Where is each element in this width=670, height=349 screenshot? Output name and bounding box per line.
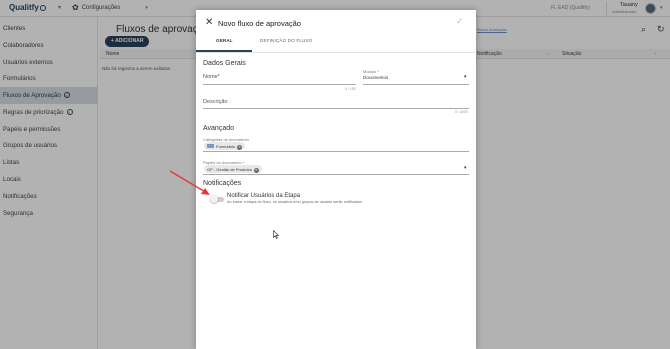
tab-definicao-do-fluxo[interactable]: DEFINIÇÃO DO FLUXO <box>260 38 312 43</box>
role-chip[interactable]: GP - Gestão de Produtos ✕ <box>204 165 262 173</box>
chip-label: GP - Gestão de Produtos <box>207 166 252 172</box>
module-field-label: Módulo * <box>363 69 379 74</box>
module-select-value[interactable]: Documentos <box>363 75 388 80</box>
save-check-icon[interactable]: ✓ <box>456 16 464 27</box>
new-approval-flow-dialog: ✕ Novo fluxo de aprovação ✓ GERAL DEFINI… <box>196 10 476 349</box>
name-field[interactable] <box>203 84 356 85</box>
description-field-label: Descrição <box>203 99 228 105</box>
category-chip[interactable]: Formulário ✕ <box>204 142 246 150</box>
mouse-cursor-icon <box>273 230 279 239</box>
notify-toggle-description: Ao iniciar a etapa do fluxo, os usuários… <box>227 200 363 204</box>
tab-geral[interactable]: GERAL <box>216 38 233 43</box>
notify-toggle-label: Notificar Usuários da Etapa <box>227 193 301 199</box>
roles-select[interactable] <box>203 174 469 175</box>
section-title-notificacoes: Notificações <box>203 180 242 187</box>
module-select[interactable] <box>363 84 469 85</box>
description-field[interactable] <box>203 108 469 109</box>
chevron-down-icon[interactable]: ▾ <box>464 165 467 171</box>
close-icon[interactable]: ✕ <box>205 17 213 28</box>
notify-toggle-knob[interactable] <box>210 195 218 203</box>
dialog-title: Novo fluxo de aprovação <box>218 19 301 28</box>
remove-chip-icon[interactable]: ✕ <box>237 145 243 150</box>
chip-label: Formulário <box>216 143 236 149</box>
tab-divider <box>196 52 476 53</box>
form-icon <box>207 144 214 148</box>
chevron-down-icon[interactable]: ▾ <box>464 74 467 80</box>
remove-chip-icon[interactable]: ✕ <box>253 168 259 173</box>
section-title-dados-gerais: Dados Gerais <box>203 60 246 67</box>
section-title-avancado: Avançado <box>203 125 235 132</box>
categories-field[interactable] <box>203 151 469 152</box>
name-counter: 0 / 150 <box>345 87 356 91</box>
name-field-label: Nome* <box>203 74 220 80</box>
description-counter: 0 / 4000 <box>455 110 468 114</box>
